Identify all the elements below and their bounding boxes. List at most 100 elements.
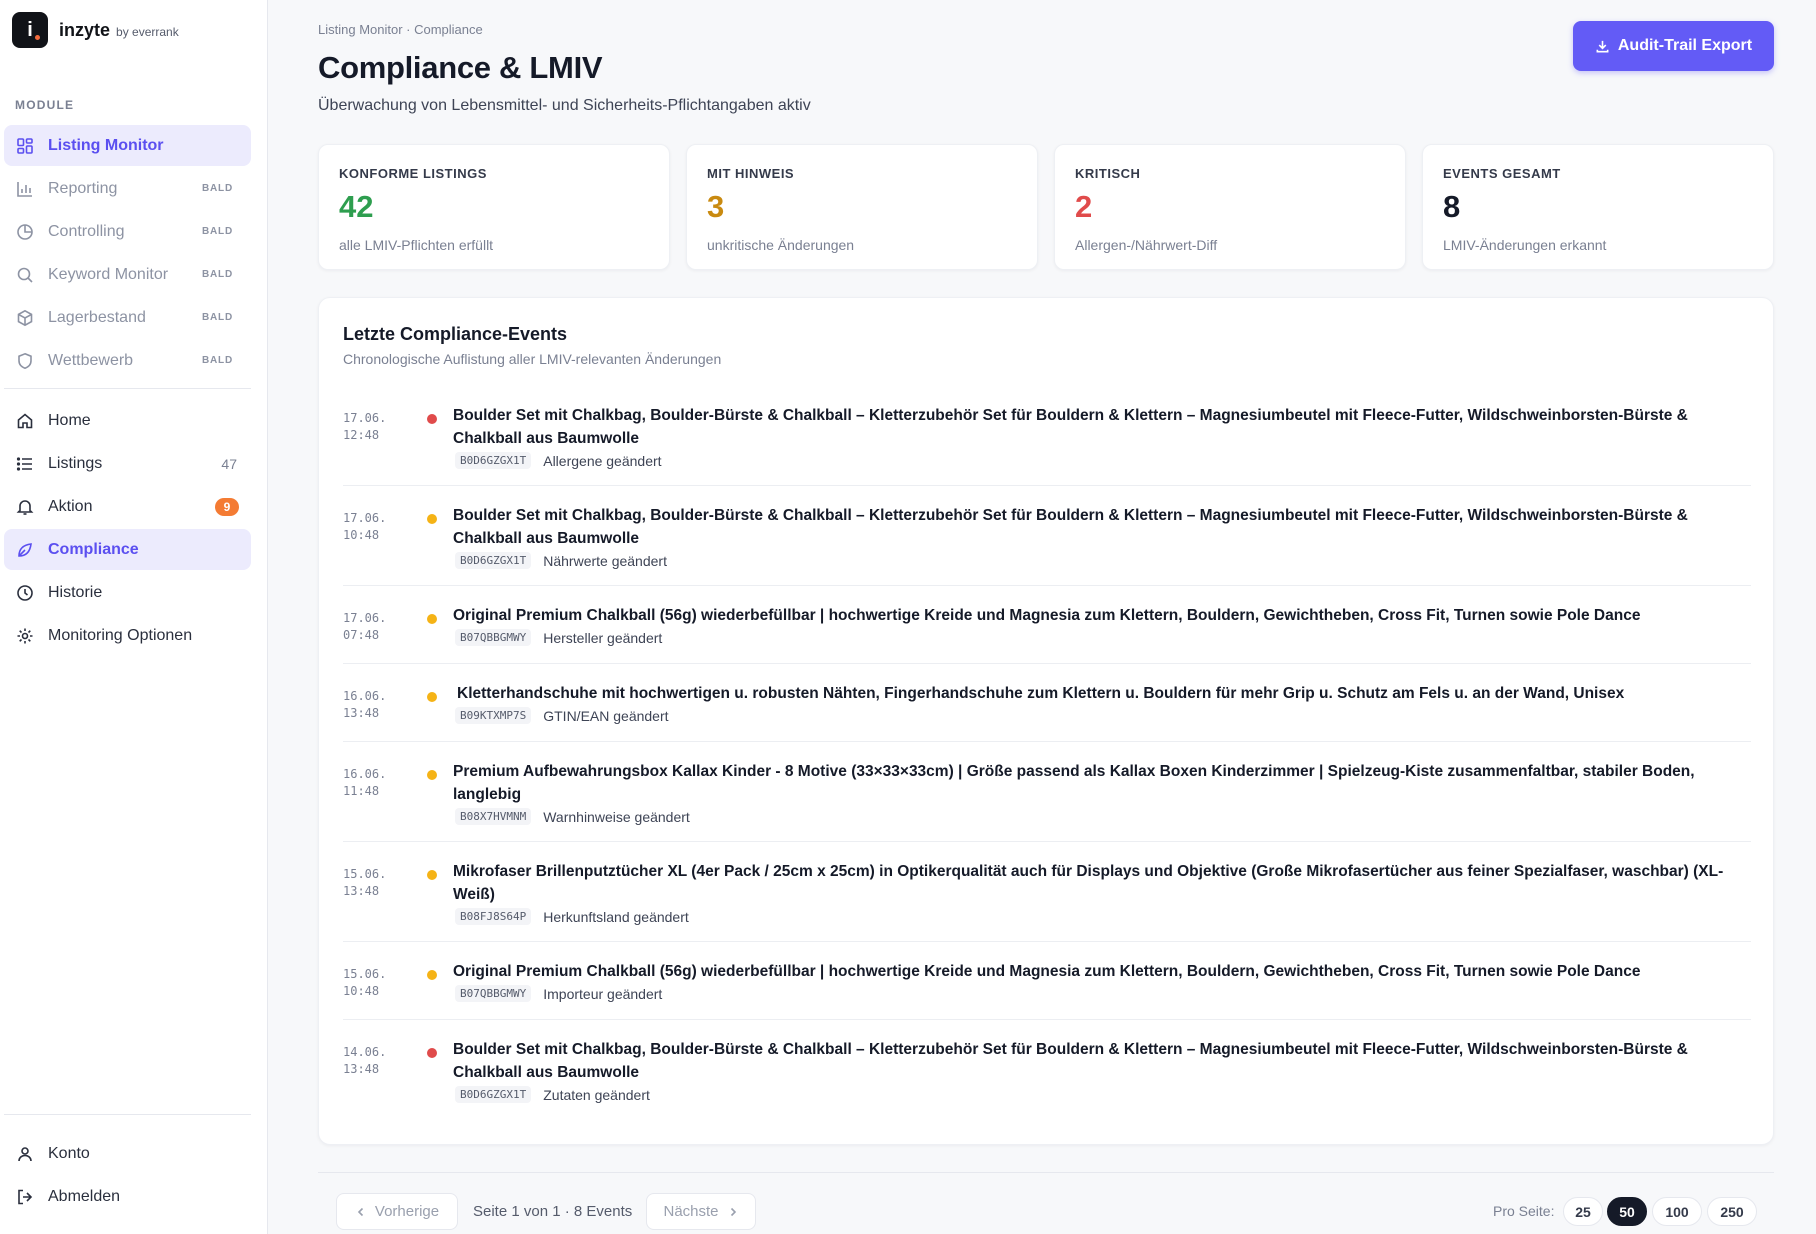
next-page-button[interactable]: Nächste [646, 1193, 756, 1230]
event-change: Nährwerte geändert [543, 552, 667, 569]
shield-icon [16, 352, 34, 370]
event-divider [343, 585, 1751, 586]
sidebar-item-label: Listing Monitor [48, 136, 164, 154]
event-timestamp: 17.06. 07:48 [343, 611, 387, 642]
sidebar-divider [4, 1114, 251, 1115]
severity-dot-warning [427, 692, 437, 702]
sidebar-item-label: Lagerbestand [48, 308, 146, 326]
sidebar-item-keyword-monitor[interactable]: Keyword Monitor BALD [4, 254, 251, 295]
stat-label: EVENTS GESAMT [1443, 166, 1561, 181]
list-icon [16, 455, 34, 473]
asin-tag: B08X7HVMNM [455, 808, 532, 825]
soon-tag: BALD [202, 226, 233, 237]
stat-desc: alle LMIV-Pflichten erfüllt [339, 237, 494, 253]
per-page-25[interactable]: 25 [1563, 1197, 1603, 1226]
event-change: Importeur geändert [543, 985, 663, 1002]
stat-card-hinweis: MIT HINWEIS 3 unkritische Änderungen [686, 144, 1038, 270]
home-icon [16, 412, 34, 430]
events-title: Letzte Compliance-Events [343, 324, 568, 344]
brand-logo: i [12, 12, 48, 48]
event-divider [343, 485, 1751, 486]
sidebar-item-monitoring-optionen[interactable]: Monitoring Optionen [4, 615, 251, 656]
sidebar-item-konto[interactable]: Konto [4, 1133, 251, 1174]
sidebar-item-listings[interactable]: Listings 47 [4, 443, 251, 484]
sidebar-divider [4, 388, 251, 389]
event-divider [343, 663, 1751, 664]
event-title: Premium Aufbewahrungsbox Kallax Kinder -… [453, 763, 1695, 803]
page-title: Compliance & LMIV [318, 50, 603, 85]
event-meta: B0D6GZGX1T Allergene geändert [455, 452, 662, 469]
event-title: Original Premium Chalkball (56g) wiederb… [453, 963, 1641, 980]
event-title: Boulder Set mit Chalkbag, Boulder-Bürste… [453, 1041, 1688, 1081]
event-timestamp: 16.06. 13:48 [343, 689, 387, 720]
event-timestamp: 16.06. 11:48 [343, 767, 387, 798]
export-label: Audit-Trail Export [1617, 37, 1753, 54]
brand-logo-letter: i [27, 18, 33, 41]
severity-dot-warning [427, 870, 437, 880]
events-subtitle: Chronologische Auflistung aller LMIV-rel… [343, 351, 722, 367]
bar-chart-icon [16, 180, 34, 198]
stat-label: KONFORME LISTINGS [339, 166, 487, 181]
per-page-50[interactable]: 50 [1607, 1197, 1647, 1226]
sidebar-item-label: Controlling [48, 222, 125, 240]
event-change: Warnhinweise geändert [543, 808, 690, 825]
stat-label: KRITISCH [1075, 166, 1141, 181]
sidebar-item-lagerbestand[interactable]: Lagerbestand BALD [4, 297, 251, 338]
stat-card-konform: KONFORME LISTINGS 42 alle LMIV-Pflichten… [318, 144, 670, 270]
sidebar-item-label: Keyword Monitor [48, 265, 169, 283]
download-icon [1596, 40, 1609, 52]
per-page-250[interactable]: 250 [1707, 1197, 1757, 1226]
asin-tag: B07QBBGMWY [455, 985, 532, 1002]
logout-icon [16, 1188, 34, 1206]
sidebar-item-controlling[interactable]: Controlling BALD [4, 211, 251, 252]
soon-tag: BALD [202, 355, 233, 366]
audit-trail-export-button[interactable]: Audit-Trail Export [1573, 21, 1774, 71]
event-change: Hersteller geändert [543, 629, 663, 646]
asin-tag: B0D6GZGX1T [455, 552, 532, 569]
per-page-label: Pro Seite: [1493, 1203, 1555, 1219]
sidebar-item-label: Compliance [48, 540, 139, 558]
sidebar-item-aktion[interactable]: Aktion 9 [4, 486, 251, 527]
asin-tag: B0D6GZGX1T [455, 1086, 532, 1103]
sidebar-item-historie[interactable]: Historie [4, 572, 251, 613]
grid-icon [16, 137, 34, 155]
event-timestamp: 17.06. 12:48 [343, 411, 387, 442]
event-divider [343, 1019, 1751, 1020]
sidebar-item-home[interactable]: Home [4, 400, 251, 441]
soon-tag: BALD [202, 312, 233, 323]
breadcrumb: Listing Monitor · Compliance [318, 22, 483, 37]
sidebar-item-label: Abmelden [48, 1187, 121, 1205]
event-meta: B0D6GZGX1T Nährwerte geändert [455, 552, 667, 569]
sidebar-item-label: Wettbewerb [48, 351, 134, 369]
page-subtitle: Überwachung von Lebensmittel- und Sicher… [318, 97, 811, 114]
severity-dot-warning [427, 770, 437, 780]
sidebar-item-wettbewerb[interactable]: Wettbewerb BALD [4, 340, 251, 381]
severity-dot-critical [427, 414, 437, 424]
per-page-100[interactable]: 100 [1652, 1197, 1702, 1226]
asin-tag: B0D6GZGX1T [455, 452, 532, 469]
stat-label: MIT HINWEIS [707, 166, 795, 181]
event-divider [343, 941, 1751, 942]
pagination: Vorherige Seite 1 von 1 · 8 Events Nächs… [318, 1172, 1774, 1234]
search-icon [16, 266, 34, 284]
sidebar-section-label: MODULE [15, 98, 75, 112]
event-timestamp: 15.06. 13:48 [343, 867, 387, 898]
sidebar-item-label: Listings [48, 454, 103, 472]
asin-tag: B07QBBGMWY [455, 629, 532, 646]
stat-desc: LMIV-Änderungen erkannt [1443, 237, 1607, 253]
sidebar-item-compliance[interactable]: Compliance [4, 529, 251, 570]
stat-card-events: EVENTS GESAMT 8 LMIV-Änderungen erkannt [1422, 144, 1774, 270]
brand[interactable]: i inzyte by everrank [12, 12, 179, 48]
prev-page-button[interactable]: Vorherige [336, 1193, 458, 1230]
sidebar-item-abmelden[interactable]: Abmelden [4, 1176, 251, 1217]
event-change: GTIN/EAN geändert [543, 707, 669, 724]
sidebar-item-listing-monitor[interactable]: Listing Monitor [4, 125, 251, 166]
aktion-badge: 9 [215, 497, 239, 516]
soon-tag: BALD [202, 269, 233, 280]
event-timestamp: 14.06. 13:48 [343, 1045, 387, 1076]
sidebar-item-reporting[interactable]: Reporting BALD [4, 168, 251, 209]
event-meta: B07QBBGMWY Importeur geändert [455, 985, 662, 1002]
next-label: Nächste [663, 1203, 719, 1220]
event-title: Mikrofaser Brillenputztücher XL (4er Pac… [453, 863, 1724, 903]
stat-value: 8 [1443, 189, 1461, 224]
